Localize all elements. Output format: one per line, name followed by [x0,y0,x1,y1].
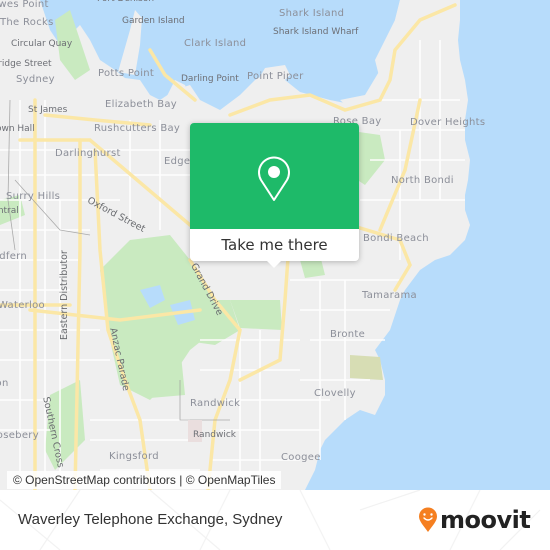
label-elizabeth-bay: Elizabeth Bay [105,99,177,110]
label-shark-island: Shark Island [279,8,345,19]
label-kensington: Kensington [0,378,9,389]
map-attribution[interactable]: © OpenStreetMap contributors | © OpenMap… [7,471,282,489]
label-bridge-street: Bridge Street [0,59,52,69]
moovit-pin-icon [419,507,437,532]
place-name: Waverley Telephone Exchange, Sydney [18,511,283,528]
label-shark-island-wharf: Shark Island Wharf [273,27,359,37]
label-darling-point: Darling Point [181,74,239,84]
location-popup: Take me there [190,123,359,268]
moovit-wordmark: moovit [440,506,531,534]
label-surry-hills: Surry Hills [6,191,61,202]
label-potts-point: Potts Point [98,68,155,79]
popup-header [190,123,359,229]
label-redfern: Redfern [0,251,28,262]
label-st-james: St James [28,105,68,115]
label-rosebery: Rosebery [0,430,39,441]
label-randwick: Randwick [190,398,241,409]
label-bronte: Bronte [330,329,366,340]
label-central: Central [0,206,19,216]
label-rushcutters-bay: Rushcutters Bay [94,123,181,134]
label-dawes-point: Dawes Point [0,0,49,10]
map-pin-icon [258,156,290,201]
label-kingsford: Kingsford [109,451,159,462]
map-view[interactable]: The Rocks Circular Quay Bridge Street Sy… [0,0,550,490]
label-randwick-stop: Randwick [193,430,237,440]
label-town-hall: Town Hall [0,124,35,134]
label-waterloo: Waterloo [0,300,45,311]
label-clovelly: Clovelly [314,388,356,399]
label-dover-heights: Dover Heights [410,117,486,128]
label-tamarama: Tamarama [362,290,417,301]
label-circular-quay: Circular Quay [11,39,73,49]
label-clark-island: Clark Island [184,38,247,49]
label-fort-denison: Fort Denison [97,0,154,4]
label-north-bondi: North Bondi [391,175,454,186]
label-darlinghurst: Darlinghurst [55,148,121,159]
label-coogee: Coogee [281,452,321,463]
harbour-water [40,0,400,110]
label-the-rocks: The Rocks [0,17,54,28]
popup-pointer [266,260,282,268]
label-point-piper: Point Piper [247,71,304,82]
label-sydney: Sydney [16,74,55,85]
label-eastern-distributor: Eastern Distributor [59,250,70,340]
take-me-there-button[interactable]: Take me there [190,229,359,261]
footer-bar: Waverley Telephone Exchange, Sydney moov… [0,490,550,550]
moovit-logo[interactable]: moovit [418,505,531,535]
label-garden-island: Garden Island [122,16,185,26]
label-bondi-beach: Bondi Beach [363,233,429,244]
